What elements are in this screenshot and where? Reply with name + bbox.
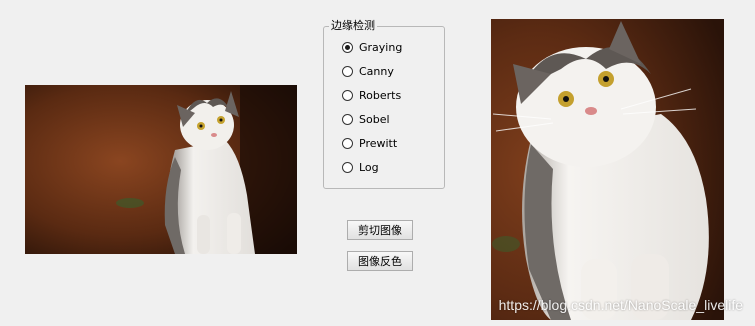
radio-label-graying: Graying (359, 40, 403, 54)
edge-detection-groupbox: 边缘检测 Graying Canny Roberts Sobel Prewitt… (323, 19, 445, 189)
original-image (25, 85, 297, 254)
invert-image-button[interactable]: 图像反色 (347, 251, 413, 271)
watermark-text: https://blog.csdn.net/NanoScale_livelife (498, 297, 743, 313)
radio-button-icon[interactable] (342, 65, 353, 77)
radio-button-icon[interactable] (342, 41, 353, 53)
radio-label-sobel: Sobel (359, 112, 390, 126)
cat-photo-original (25, 85, 297, 254)
radio-button-icon[interactable] (342, 161, 353, 173)
radio-label-canny: Canny (359, 64, 394, 78)
radio-label-roberts: Roberts (359, 88, 402, 102)
crop-image-button[interactable]: 剪切图像 (347, 220, 413, 240)
radio-label-log: Log (359, 160, 379, 174)
radio-graying[interactable]: Graying (342, 39, 402, 55)
processed-image (491, 19, 724, 320)
radio-button-icon[interactable] (342, 137, 353, 149)
radio-canny[interactable]: Canny (342, 63, 394, 79)
radio-prewitt[interactable]: Prewitt (342, 135, 397, 151)
radio-button-icon[interactable] (342, 113, 353, 125)
edge-detection-title: 边缘检测 (329, 19, 377, 33)
radio-label-prewitt: Prewitt (359, 136, 398, 150)
radio-button-icon[interactable] (342, 89, 353, 101)
cat-photo-processed (491, 19, 724, 320)
radio-log[interactable]: Log (342, 159, 379, 175)
radio-sobel[interactable]: Sobel (342, 111, 390, 127)
radio-roberts[interactable]: Roberts (342, 87, 401, 103)
